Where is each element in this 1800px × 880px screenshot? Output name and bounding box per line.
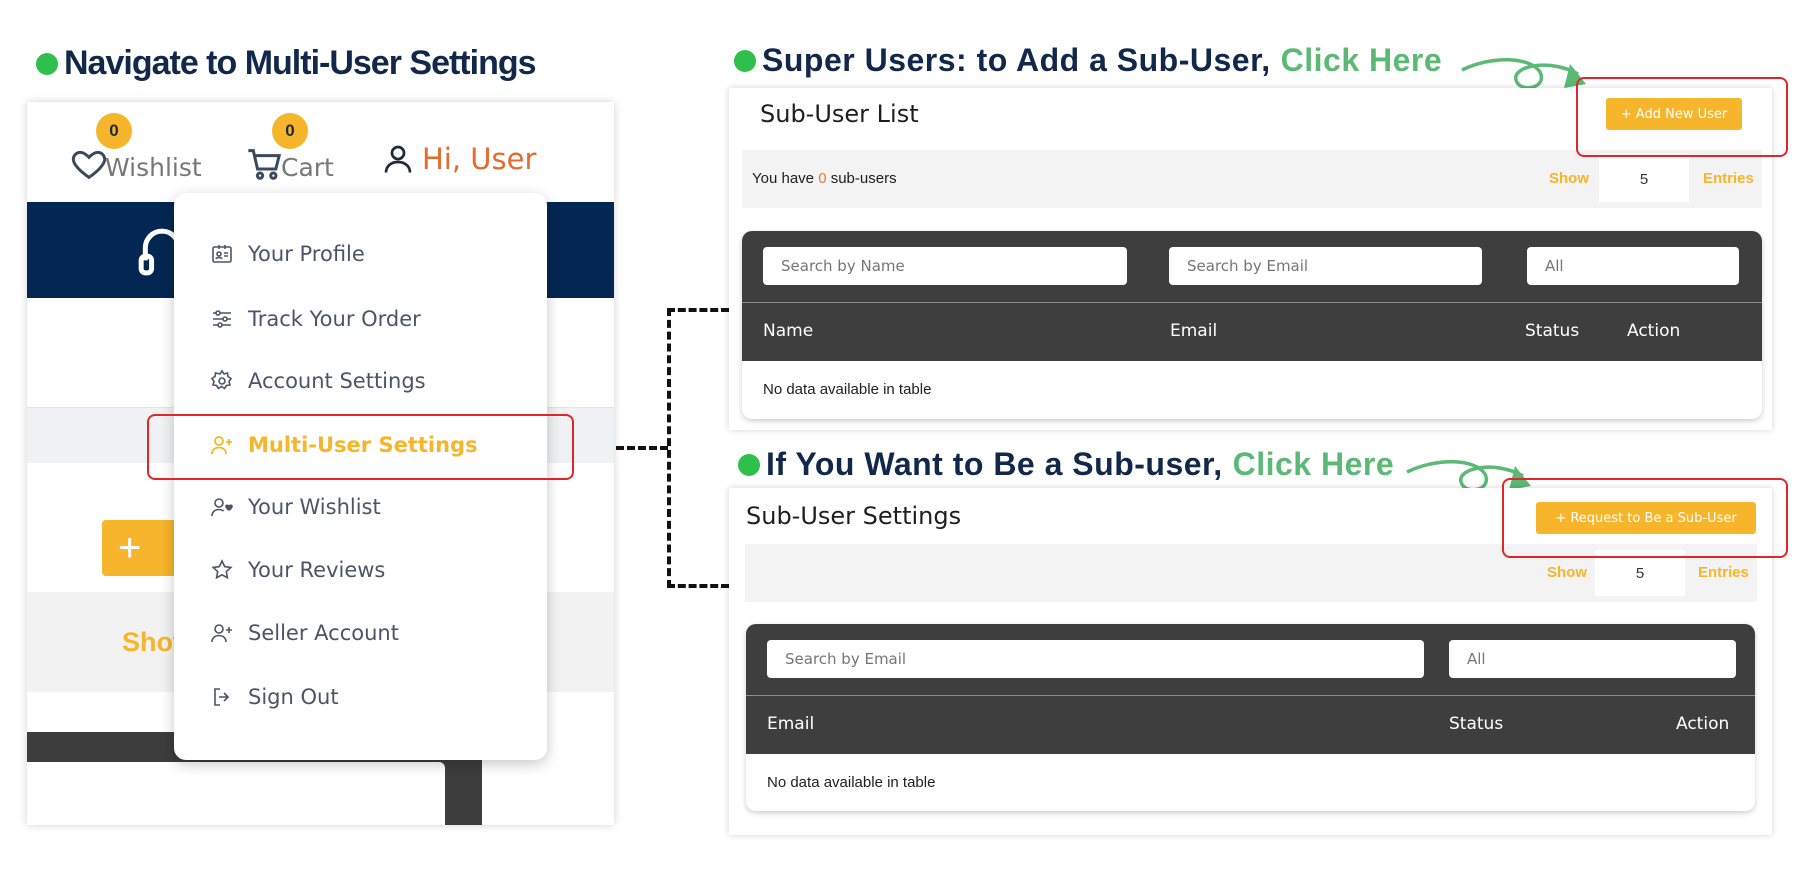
- heading-navigate: Navigate to Multi-User Settings: [36, 44, 537, 83]
- menu-item-label: Seller Account: [248, 621, 399, 645]
- menu-item-your-wishlist[interactable]: Your Wishlist: [210, 487, 381, 527]
- table-divider: [742, 302, 1762, 303]
- heading-want-sub-user-click: Click Here: [1232, 446, 1395, 482]
- menu-item-label: Sign Out: [248, 685, 339, 709]
- user-account-link[interactable]: Hi, User: [380, 134, 536, 184]
- menu-item-your-profile[interactable]: Your Profile: [210, 234, 365, 274]
- column-header-status: Status: [1525, 321, 1580, 341]
- count-prefix: You have: [752, 170, 815, 187]
- cart-icon: [248, 149, 282, 180]
- menu-item-account-settings[interactable]: Account Settings: [210, 361, 426, 401]
- profile-card-icon: [212, 245, 232, 263]
- menu-item-sign-out[interactable]: Sign Out: [210, 677, 339, 717]
- background-search-field: [27, 762, 445, 825]
- table-divider: [746, 695, 1755, 696]
- column-header-email: Email: [1170, 321, 1218, 341]
- user-greeting: Hi, User: [422, 142, 537, 176]
- menu-item-label: Account Settings: [248, 369, 426, 393]
- user-heart-icon: [211, 498, 233, 517]
- menu-item-label: Your Reviews: [248, 558, 386, 582]
- menu-item-track-order[interactable]: Track Your Order: [210, 299, 421, 339]
- plus-icon: +: [118, 525, 142, 570]
- sign-out-icon: [214, 688, 230, 706]
- heading-super-users: Super Users: to Add a Sub-User, Click He…: [734, 42, 1442, 79]
- user-icon: [384, 145, 412, 173]
- highlight-request-sub-user: [1502, 478, 1788, 558]
- cart-label: Cart: [281, 153, 334, 182]
- user-plus-icon: [211, 624, 232, 643]
- sub-user-count-text: You have 0 sub-users: [752, 170, 897, 187]
- heading-super-users-click: Click Here: [1280, 42, 1443, 78]
- column-header-status: Status: [1449, 714, 1504, 734]
- search-by-email-input[interactable]: [1169, 247, 1482, 285]
- entries-select[interactable]: 5: [1599, 156, 1689, 202]
- connector-line: [667, 308, 729, 312]
- star-icon: [211, 559, 233, 580]
- menu-item-label: Your Profile: [248, 242, 365, 266]
- sub-user-list-title: Sub-User List: [760, 100, 919, 128]
- show-label: Show: [1547, 564, 1587, 581]
- gear-icon: [210, 369, 233, 390]
- sub-user-table: All Name Email Status Action No data ava…: [742, 231, 1762, 419]
- wishlist-label: Wishlist: [105, 153, 202, 182]
- empty-table-message: No data available in table: [767, 774, 936, 791]
- heading-navigate-text: Navigate to Multi-User Settings: [64, 44, 537, 82]
- column-header-name: Name: [763, 321, 814, 341]
- green-dot-icon: [36, 52, 58, 75]
- entries-label: Entries: [1698, 564, 1749, 581]
- search-by-name-input[interactable]: [763, 247, 1127, 285]
- status-filter-select[interactable]: All: [1449, 640, 1736, 678]
- menu-item-seller-account[interactable]: Seller Account: [210, 613, 399, 653]
- sub-user-count: 0: [818, 170, 827, 187]
- show-label: Show: [1549, 170, 1589, 187]
- cart-count-badge: 0: [272, 113, 308, 149]
- empty-table-message: No data available in table: [763, 381, 932, 398]
- sub-user-settings-title: Sub-User Settings: [746, 502, 962, 530]
- status-filter-select[interactable]: All: [1527, 247, 1739, 285]
- menu-item-label: Track Your Order: [248, 307, 421, 331]
- green-dot-icon: [734, 49, 756, 72]
- menu-item-your-reviews[interactable]: Your Reviews: [210, 550, 385, 590]
- menu-item-label: Your Wishlist: [248, 495, 381, 519]
- entries-label: Entries: [1703, 170, 1754, 187]
- sliders-icon: [213, 310, 231, 328]
- heading-want-sub-user: If You Want to Be a Sub-user, Click Here: [738, 446, 1394, 483]
- connector-line: [667, 308, 671, 588]
- heading-want-sub-user-text: If You Want to Be a Sub-user,: [766, 446, 1223, 482]
- count-suffix: sub-users: [830, 170, 897, 187]
- wishlist-count-badge: 0: [96, 113, 132, 149]
- wishlist-link[interactable]: Wishlist: [69, 132, 202, 184]
- heart-icon: [71, 150, 107, 180]
- heading-super-users-text: Super Users: to Add a Sub-User,: [762, 42, 1271, 78]
- search-by-email-input[interactable]: [767, 640, 1424, 678]
- column-header-action: Action: [1627, 321, 1681, 341]
- sub-user-settings-table: All Email Status Action No data availabl…: [746, 624, 1755, 811]
- connector-line: [667, 584, 729, 588]
- highlight-add-new-user: [1576, 77, 1788, 157]
- column-header-email: Email: [767, 714, 815, 734]
- connector-line: [616, 446, 668, 450]
- column-header-action: Action: [1676, 714, 1730, 734]
- highlight-multi-user-settings: [147, 414, 574, 480]
- green-dot-icon: [738, 453, 760, 476]
